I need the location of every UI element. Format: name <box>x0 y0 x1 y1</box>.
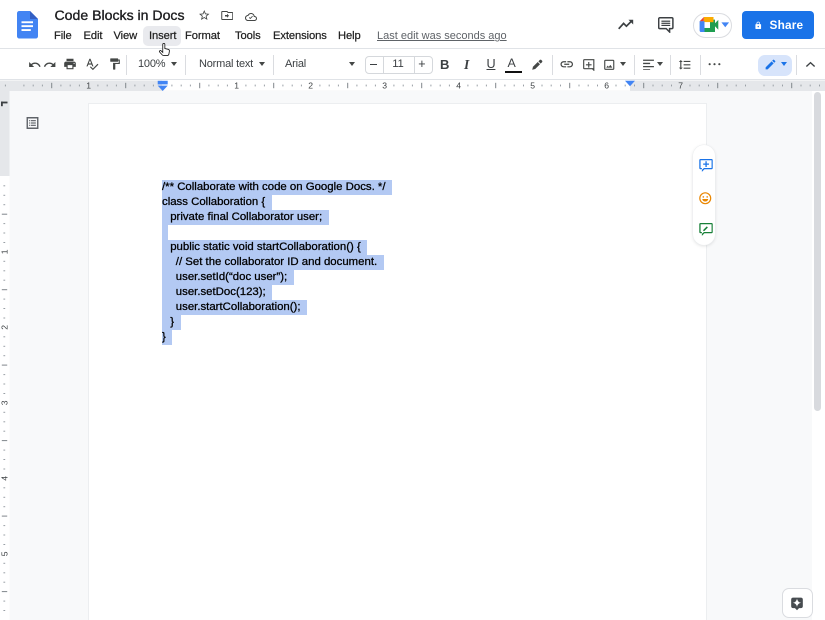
svg-text:1: 1 <box>0 249 10 254</box>
svg-text:1: 1 <box>234 80 239 90</box>
svg-text:2: 2 <box>308 80 313 90</box>
svg-text:3: 3 <box>382 80 387 90</box>
svg-text:4: 4 <box>0 476 10 481</box>
svg-text:4: 4 <box>456 80 461 90</box>
svg-text:5: 5 <box>530 80 535 90</box>
svg-text:7: 7 <box>678 80 683 90</box>
svg-text:5: 5 <box>0 551 10 556</box>
svg-text:3: 3 <box>0 400 10 405</box>
svg-text:2: 2 <box>0 325 10 330</box>
svg-text:6: 6 <box>604 80 609 90</box>
svg-text:1: 1 <box>86 80 91 90</box>
